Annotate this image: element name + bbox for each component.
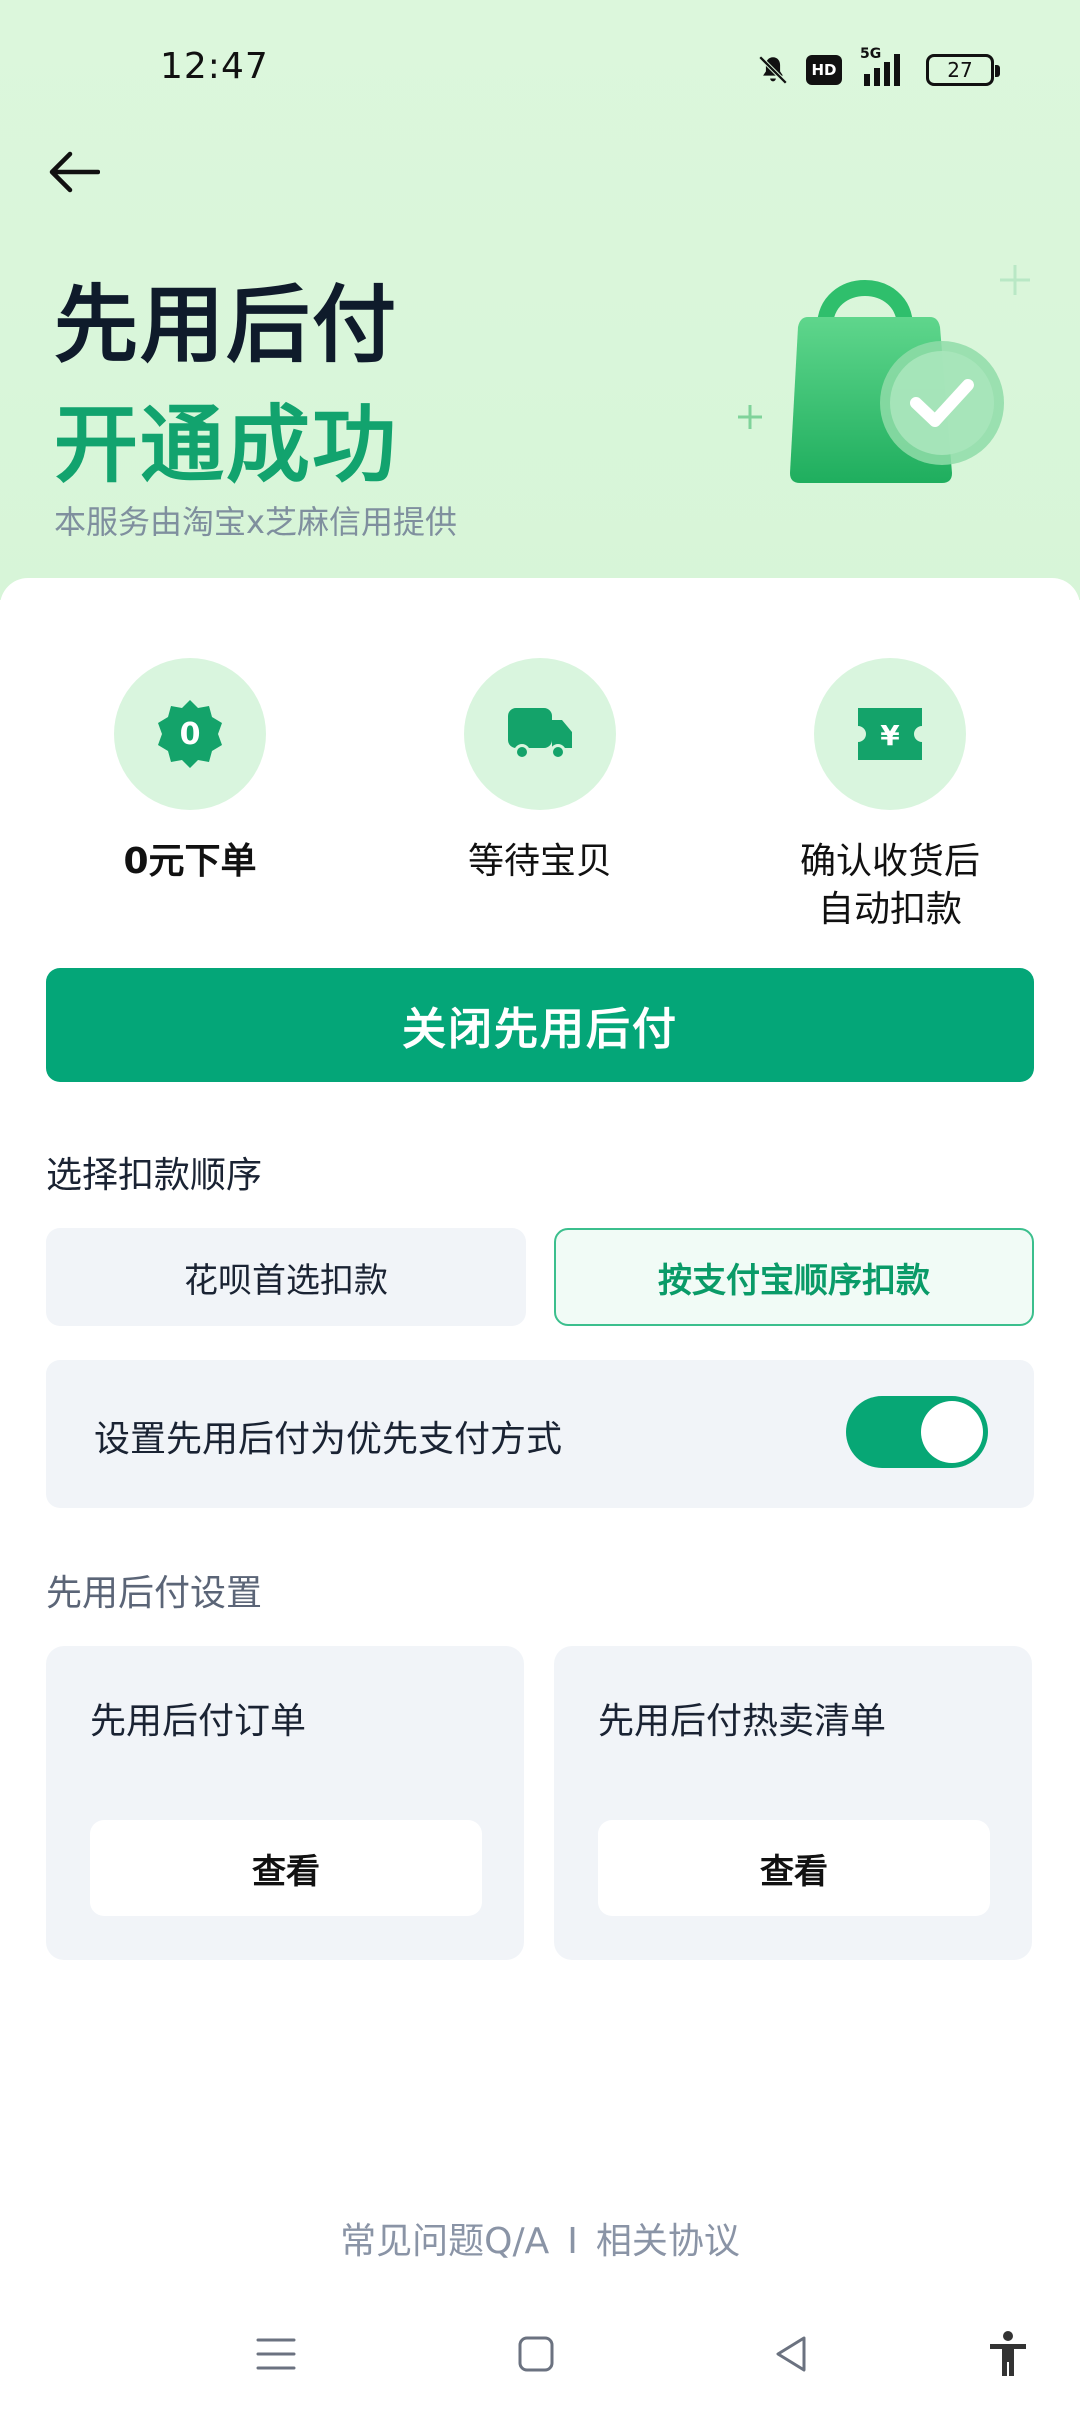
footer-separator: I — [567, 2221, 578, 2262]
preferred-payment-row: 设置先用后付为优先支付方式 — [46, 1360, 1034, 1508]
preferred-payment-label: 设置先用后付为优先支付方式 — [94, 1419, 563, 1460]
hd-icon: HD — [806, 55, 842, 85]
bell-off-icon — [756, 53, 790, 87]
orders-tile: 先用后付订单 查看 — [46, 1646, 524, 1960]
step-label: 0元下单 — [123, 841, 257, 882]
step-circle — [464, 658, 616, 810]
preferred-payment-toggle[interactable] — [846, 1396, 988, 1468]
service-note: 本服务由淘宝x芝麻信用提供 — [54, 503, 457, 541]
truck-icon — [508, 708, 572, 760]
menu-icon[interactable] — [246, 2324, 306, 2384]
view-orders-button[interactable]: 查看 — [90, 1820, 482, 1916]
settings-section-label: 先用后付设置 — [46, 1573, 263, 1614]
arrow-left-icon — [49, 151, 100, 193]
status-time: 12:47 — [160, 46, 269, 87]
view-hot-list-button[interactable]: 查看 — [598, 1820, 990, 1916]
close-service-button[interactable]: 关闭先用后付 — [46, 968, 1034, 1082]
option-huabei-first[interactable]: 花呗首选扣款 — [46, 1228, 526, 1326]
step-zero-order: 0 0元下单 — [50, 658, 330, 886]
shopping-bag-check-icon — [730, 255, 1050, 495]
status-icons: HD 5G 27 — [756, 46, 1000, 90]
agreement-link[interactable]: 相关协议 — [596, 2221, 740, 2262]
yen-ticket-icon: ¥ — [858, 708, 922, 760]
home-square-icon[interactable] — [506, 2324, 566, 2384]
process-steps: 0 0元下单 等待宝贝 ¥ 确认收货后 自动扣款 — [0, 658, 1080, 938]
step-label-line1: 确认收货后 — [799, 841, 980, 882]
step-circle: ¥ — [814, 658, 966, 810]
step-label: 等待宝贝 — [467, 841, 612, 882]
page-title: 先用后付 — [54, 276, 399, 374]
zero-badge-icon: 0 — [158, 700, 222, 768]
step-circle: 0 — [114, 658, 266, 810]
step-label: 确认收货后 自动扣款 — [750, 838, 1030, 934]
status-bar: 12:47 HD 5G 27 — [0, 0, 1080, 130]
hot-list-tile: 先用后付热卖清单 查看 — [554, 1646, 1032, 1960]
hot-list-tile-title: 先用后付热卖清单 — [598, 1701, 887, 1742]
step-label-line2: 自动扣款 — [817, 889, 962, 930]
accessibility-icon[interactable] — [978, 2324, 1038, 2384]
orders-tile-title: 先用后付订单 — [90, 1701, 307, 1742]
yen-text: ¥ — [880, 719, 900, 752]
zero-badge-text: 0 — [180, 717, 201, 752]
system-nav-bar — [0, 2300, 1080, 2412]
deduction-order-label: 选择扣款顺序 — [46, 1155, 263, 1196]
step-wait-item: 等待宝贝 — [400, 658, 680, 886]
option-alipay-order[interactable]: 按支付宝顺序扣款 — [554, 1228, 1034, 1326]
step-auto-deduct: ¥ 确认收货后 自动扣款 — [750, 658, 1030, 934]
footer-links: 常见问题Q/A I 相关协议 — [0, 2212, 1080, 2264]
success-subtitle: 开通成功 — [54, 396, 399, 494]
back-button[interactable] — [42, 140, 106, 204]
battery-level: 27 — [947, 58, 973, 82]
signal-5g-icon: 5G — [858, 46, 910, 90]
faq-link[interactable]: 常见问题Q/A — [340, 2221, 549, 2262]
toggle-knob — [921, 1401, 983, 1463]
battery-icon: 27 — [926, 54, 1000, 86]
back-triangle-icon[interactable] — [762, 2324, 822, 2384]
